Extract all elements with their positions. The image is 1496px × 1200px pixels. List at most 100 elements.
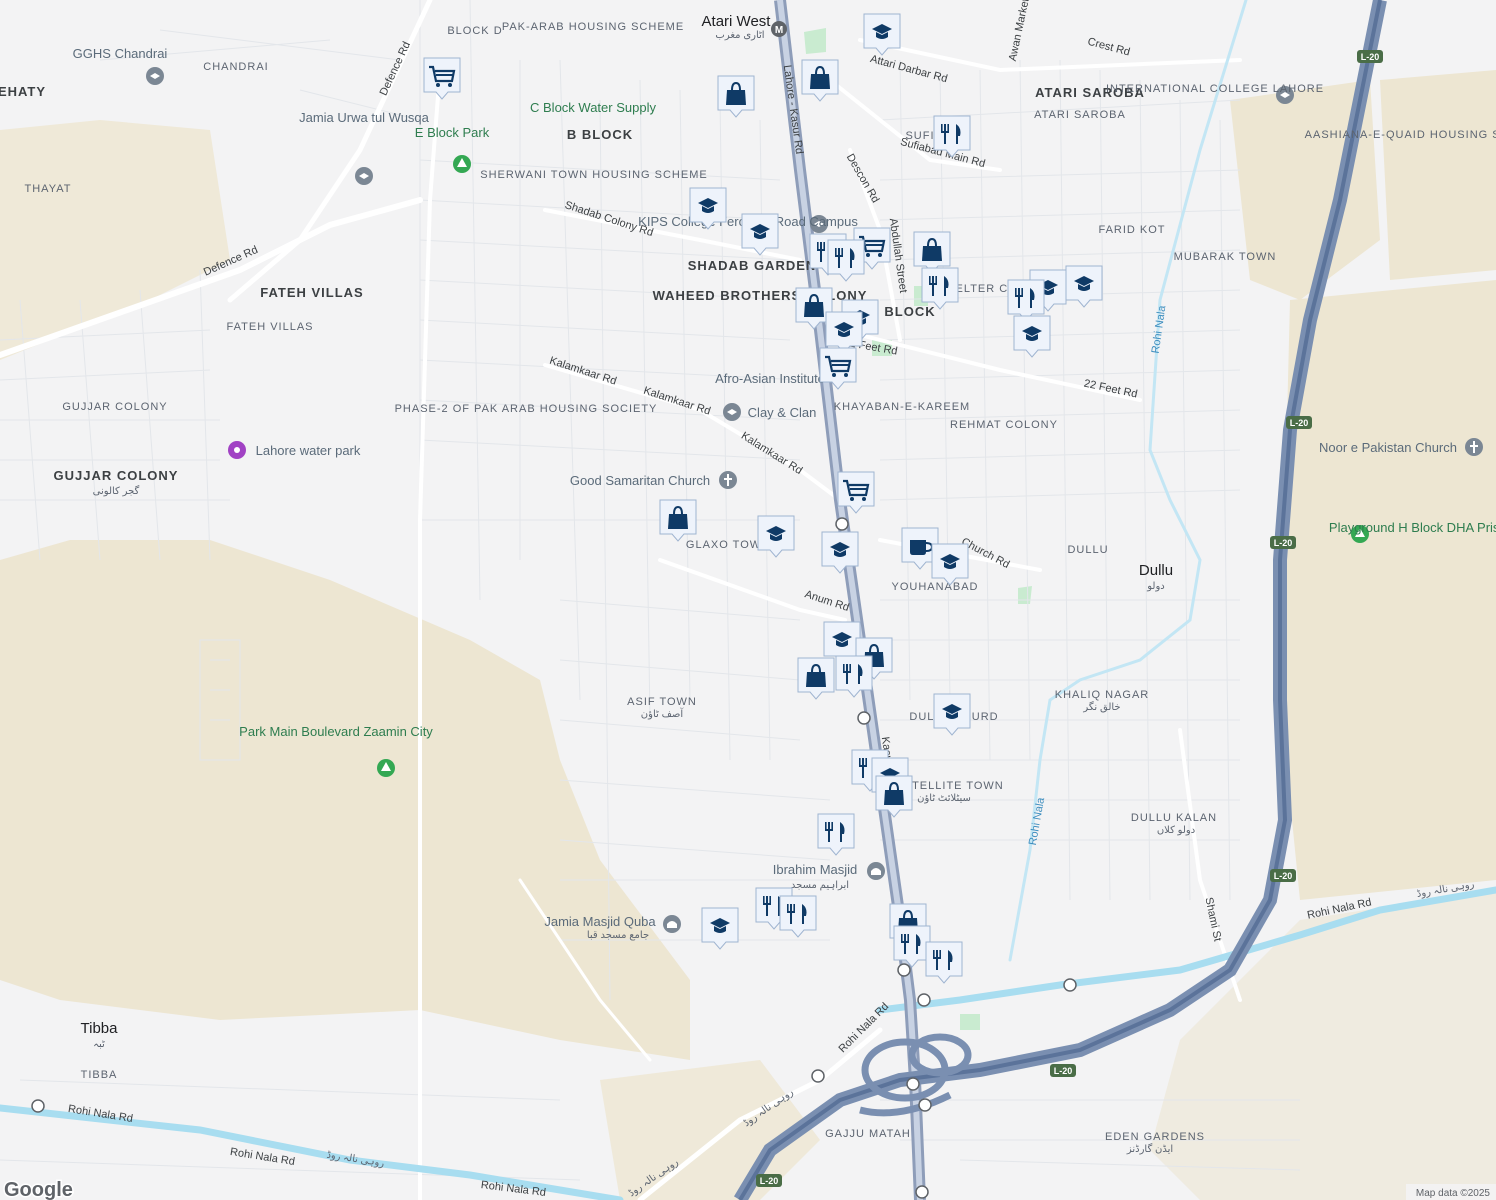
svg-text:L-20: L-20 <box>1054 1066 1073 1076</box>
google-logo: Google Google <box>3 1178 75 1200</box>
atari-saroba-label: ATARI SAROBA <box>1034 109 1126 121</box>
church-icon <box>1465 438 1483 456</box>
fateh-villas-bold-label: FATEH VILLAS <box>260 285 363 300</box>
sherwani-label: SHERWANI TOWN HOUSING SCHEME <box>480 169 707 181</box>
gajju-matah-label: GAJJU MATAH <box>825 1128 911 1140</box>
defence-rd-north-label: Defence Rd <box>378 40 413 98</box>
mosque-icon <box>663 915 681 933</box>
shopping-pin <box>797 657 835 700</box>
svg-text:L-20: L-20 <box>760 1176 779 1186</box>
dullu-kalan-urdu-label: دولو کلاں <box>1157 825 1195 836</box>
playground-label: Playground H Block DHA Prism 9 <box>1329 520 1496 535</box>
c-block-water-label: C Block Water Supply <box>530 100 656 115</box>
svg-text:L-20: L-20 <box>1274 538 1293 548</box>
dullu-kalan-label: DULLU KALAN <box>1131 812 1217 824</box>
shopping-pin <box>659 499 697 542</box>
rohi-nala-north-label: Rohi Nala <box>1150 304 1169 354</box>
school-pin <box>1065 265 1103 308</box>
svg-text:L-20: L-20 <box>1290 418 1309 428</box>
glaxo-town-label: GLAXO TOWN <box>686 539 770 551</box>
bus-stop-icon <box>31 1099 45 1113</box>
school-pin <box>933 693 971 736</box>
khaliq-nagar-urdu-label: خالق نگر <box>1082 701 1120 713</box>
park-icon <box>453 155 471 173</box>
shopping-pin <box>913 231 951 274</box>
block-d-label: BLOCK D <box>447 25 502 37</box>
rohi-nala-south-label: Rohi Nala <box>1027 796 1047 847</box>
mosque-icon <box>867 862 885 880</box>
lahore-water-park-label: Lahore water park <box>256 443 361 458</box>
church-icon <box>719 471 737 489</box>
rohi-nala-rd-south-label: Rohi Nala Rd <box>480 1179 546 1199</box>
jamia-quba-urdu-label: جامع مسجد قبا <box>587 930 649 941</box>
fateh-villas-label: FATEH VILLAS <box>227 321 314 333</box>
e-block-park-label: E Block Park <box>415 125 490 140</box>
tibba-area-label: TIBBA <box>81 1069 118 1081</box>
asif-town-urdu-label: آصف ٹاؤن <box>641 707 685 720</box>
bus-stop-icon <box>1063 978 1077 992</box>
gujjar-colony-bold-label: GUJJAR COLONY <box>54 468 179 483</box>
good-samaritan-label: Good Samaritan Church <box>570 473 710 488</box>
dullu-label: Dullu <box>1139 562 1173 579</box>
awan-market-rd-label: Awan Market Rd <box>1007 0 1036 62</box>
phase2-label: PHASE-2 OF PAK ARAB HOUSING SOCIETY <box>395 403 658 415</box>
rehmat-colony-label: REHMAT COLONY <box>950 419 1058 431</box>
restaurant-pin <box>827 239 865 282</box>
shadab-garden-label: SHADAB GARDEN <box>688 258 817 273</box>
22-feet-rd-label: 22 Feet Rd <box>1083 378 1139 401</box>
svg-text:Map data ©2025: Map data ©2025 <box>1416 1188 1491 1199</box>
eden-gardens-label: EDEN GARDENS <box>1105 1131 1205 1143</box>
kalamkaar-rd-label-3: Kalamkaar Rd <box>739 430 804 477</box>
shami-st-label: Shami St <box>1202 896 1223 942</box>
khaliq-nagar-label: KHALIQ NAGAR <box>1055 689 1150 701</box>
map-canvas[interactable]: L-20 L-20 L-20 L-20 L-20 L-20 M Atari We… <box>0 0 1496 1200</box>
park-icon <box>377 759 395 777</box>
shopping-pin <box>801 59 839 102</box>
descon-rd-label: Descon Rd <box>844 152 882 205</box>
mubarak-town-label: MUBARAK TOWN <box>1174 251 1277 263</box>
restaurant-pin <box>779 895 817 938</box>
ibrahim-masjid-label: Ibrahim Masjid <box>773 862 858 877</box>
metro-station-icon[interactable]: M <box>771 21 787 37</box>
gujjar-colony-label: GUJJAR COLONY <box>62 401 167 413</box>
anum-rd-label: Anum Rd <box>803 588 850 614</box>
bus-stop-icon <box>917 993 931 1007</box>
park-main-blvd-label: Park Main Boulevard Zaamin City <box>239 724 433 739</box>
bus-stop-icon <box>897 963 911 977</box>
crest-rd-label: Crest Rd <box>1086 36 1131 59</box>
shopping-pin <box>717 75 755 118</box>
restaurant-pin <box>817 813 855 856</box>
atari-west-urdu-label: اٹاری مغرب <box>715 30 764 41</box>
svg-text:M: M <box>775 25 783 36</box>
school-pin <box>931 543 969 586</box>
restaurant-pin <box>1007 279 1045 322</box>
tibba-urdu-label: ٹبہ <box>93 1039 105 1050</box>
school-icon <box>146 67 164 85</box>
ehaty-label: EHATY <box>0 84 46 99</box>
bus-stop-icon <box>811 1069 825 1083</box>
khayaban-label: KHAYABAN-E-KAREEM <box>834 401 970 413</box>
clay-clan-label: Clay & Clan <box>748 405 817 420</box>
map-attribution: Map data ©2025 <box>1406 1184 1496 1200</box>
supermarket-pin <box>423 57 461 100</box>
dullu-urdu-label: دولو <box>1146 581 1165 592</box>
gghs-label: GGHS Chandrai <box>73 46 168 61</box>
aashiana-label: AASHIANA-E-QUAID HOUSING SCHEME <box>1305 129 1496 141</box>
kalamkaar-rd-label-1: Kalamkaar Rd <box>548 355 618 388</box>
afro-asian-label: Afro-Asian Institute <box>715 371 825 386</box>
jamia-urwa-label: Jamia Urwa tul Wusqa <box>299 110 430 125</box>
pak-arab-label: PAK-ARAB HOUSING SCHEME <box>502 21 684 33</box>
school-pin <box>1013 315 1051 358</box>
eden-gardens-urdu-label: ایڈن گارڈنز <box>1126 1143 1173 1155</box>
rohi-nala-rd-west-urdu-label: روہی نالہ روڈ <box>326 1150 385 1170</box>
ibrahim-masjid-urdu-label: ابراہیم مسجد <box>791 880 849 891</box>
bus-stop-icon <box>918 1098 932 1112</box>
bus-stop-icon <box>835 517 849 531</box>
school-pin <box>701 907 739 950</box>
satellite-town-urdu-label: سیٹلائٹ ٹاؤن <box>917 793 971 804</box>
bus-stop-icon <box>915 1185 929 1199</box>
jamia-quba-label: Jamia Masjid Quba <box>544 914 656 929</box>
tibba-label: Tibba <box>81 1020 119 1037</box>
waheed-brothers-label: WAHEED BROTHERS COLONY <box>653 288 868 303</box>
svg-text:L-20: L-20 <box>1361 52 1380 62</box>
